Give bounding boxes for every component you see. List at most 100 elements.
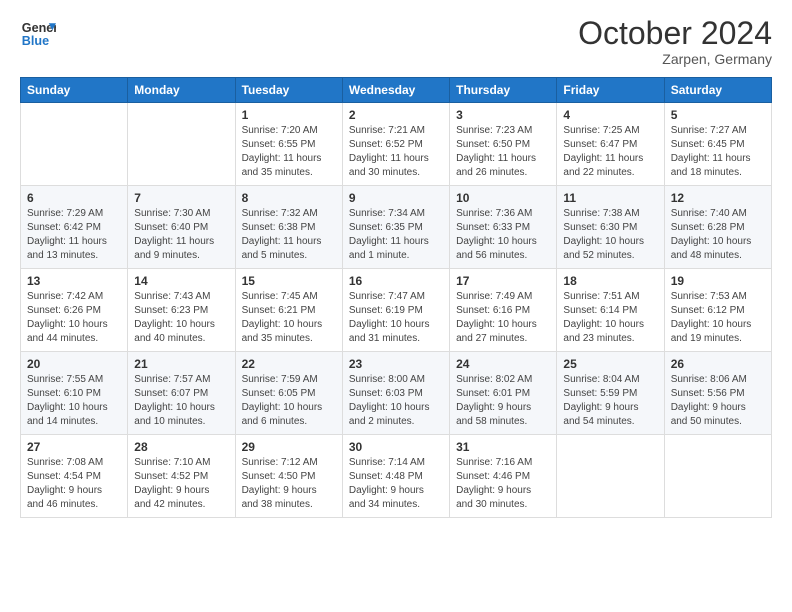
day-info: Sunrise: 7:25 AM Sunset: 6:47 PM Dayligh…: [563, 124, 657, 180]
logo-icon: General Blue: [20, 16, 56, 52]
day-info: Sunrise: 7:27 AM Sunset: 6:45 PM Dayligh…: [671, 124, 765, 180]
calendar-week-row: 1 Sunrise: 7:20 AM Sunset: 6:55 PM Daylig…: [21, 103, 772, 186]
day-number: 27: [27, 440, 121, 454]
day-info: Sunrise: 8:04 AM Sunset: 5:59 PM Dayligh…: [563, 373, 657, 429]
calendar-page: General Blue October 2024 Zarpen, German…: [0, 0, 792, 612]
day-number: 14: [134, 274, 228, 288]
day-number: 19: [671, 274, 765, 288]
day-number: 1: [242, 108, 336, 122]
header-wednesday: Wednesday: [342, 78, 449, 103]
day-info: Sunrise: 7:43 AM Sunset: 6:23 PM Dayligh…: [134, 290, 228, 346]
table-row: 25 Sunrise: 8:04 AM Sunset: 5:59 PM Dayli…: [557, 352, 664, 435]
calendar-table: Sunday Monday Tuesday Wednesday Thursday…: [20, 77, 772, 518]
title-block: October 2024 Zarpen, Germany: [578, 16, 772, 67]
day-info: Sunrise: 7:21 AM Sunset: 6:52 PM Dayligh…: [349, 124, 443, 180]
day-info: Sunrise: 7:57 AM Sunset: 6:07 PM Dayligh…: [134, 373, 228, 429]
calendar-week-row: 6 Sunrise: 7:29 AM Sunset: 6:42 PM Daylig…: [21, 186, 772, 269]
day-number: 22: [242, 357, 336, 371]
day-info: Sunrise: 7:16 AM Sunset: 4:46 PM Dayligh…: [456, 456, 550, 512]
calendar-week-row: 13Sunrise: 7:42 AM Sunset: 6:26 PM Dayli…: [21, 269, 772, 352]
day-number: 31: [456, 440, 550, 454]
day-info: Sunrise: 8:02 AM Sunset: 6:01 PM Dayligh…: [456, 373, 550, 429]
table-row: 18Sunrise: 7:51 AM Sunset: 6:14 PM Dayli…: [557, 269, 664, 352]
day-number: 29: [242, 440, 336, 454]
day-number: 20: [27, 357, 121, 371]
header-friday: Friday: [557, 78, 664, 103]
month-title: October 2024: [578, 16, 772, 51]
table-row: 8Sunrise: 7:32 AM Sunset: 6:38 PM Daylig…: [235, 186, 342, 269]
table-row: 29 Sunrise: 7:12 AM Sunset: 4:50 PM Dayli…: [235, 435, 342, 518]
day-number: 6: [27, 191, 121, 205]
day-number: 28: [134, 440, 228, 454]
day-number: 11: [563, 191, 657, 205]
table-row: 31 Sunrise: 7:16 AM Sunset: 4:46 PM Dayli…: [450, 435, 557, 518]
day-number: 21: [134, 357, 228, 371]
table-row: 26 Sunrise: 8:06 AM Sunset: 5:56 PM Dayli…: [664, 352, 771, 435]
day-number: 18: [563, 274, 657, 288]
day-info: Sunrise: 7:34 AM Sunset: 6:35 PM Dayligh…: [349, 207, 443, 263]
table-row: [664, 435, 771, 518]
table-row: 1 Sunrise: 7:20 AM Sunset: 6:55 PM Daylig…: [235, 103, 342, 186]
table-row: 9 Sunrise: 7:34 AM Sunset: 6:35 PM Daylig…: [342, 186, 449, 269]
logo: General Blue: [20, 16, 56, 52]
table-row: 23 Sunrise: 8:00 AM Sunset: 6:03 PM Dayli…: [342, 352, 449, 435]
table-row: 14 Sunrise: 7:43 AM Sunset: 6:23 PM Dayli…: [128, 269, 235, 352]
day-info: Sunrise: 8:00 AM Sunset: 6:03 PM Dayligh…: [349, 373, 443, 429]
day-info: Sunrise: 7:32 AM Sunset: 6:38 PM Dayligh…: [242, 207, 336, 263]
day-info: Sunrise: 7:14 AM Sunset: 4:48 PM Dayligh…: [349, 456, 443, 512]
day-number: 4: [563, 108, 657, 122]
table-row: 10Sunrise: 7:36 AM Sunset: 6:33 PM Dayli…: [450, 186, 557, 269]
svg-text:Blue: Blue: [22, 34, 49, 48]
day-number: 5: [671, 108, 765, 122]
day-info: Sunrise: 7:49 AM Sunset: 6:16 PM Dayligh…: [456, 290, 550, 346]
day-info: Sunrise: 7:29 AM Sunset: 6:42 PM Dayligh…: [27, 207, 121, 263]
day-info: Sunrise: 7:10 AM Sunset: 4:52 PM Dayligh…: [134, 456, 228, 512]
table-row: 11Sunrise: 7:38 AM Sunset: 6:30 PM Dayli…: [557, 186, 664, 269]
day-info: Sunrise: 7:40 AM Sunset: 6:28 PM Dayligh…: [671, 207, 765, 263]
day-info: Sunrise: 7:20 AM Sunset: 6:55 PM Dayligh…: [242, 124, 336, 180]
table-row: 16Sunrise: 7:47 AM Sunset: 6:19 PM Dayli…: [342, 269, 449, 352]
day-info: Sunrise: 8:06 AM Sunset: 5:56 PM Dayligh…: [671, 373, 765, 429]
table-row: 21 Sunrise: 7:57 AM Sunset: 6:07 PM Dayli…: [128, 352, 235, 435]
weekday-header-row: Sunday Monday Tuesday Wednesday Thursday…: [21, 78, 772, 103]
header-saturday: Saturday: [664, 78, 771, 103]
table-row: 2 Sunrise: 7:21 AM Sunset: 6:52 PM Daylig…: [342, 103, 449, 186]
calendar-week-row: 20 Sunrise: 7:55 AM Sunset: 6:10 PM Dayli…: [21, 352, 772, 435]
day-info: Sunrise: 7:08 AM Sunset: 4:54 PM Dayligh…: [27, 456, 121, 512]
header-thursday: Thursday: [450, 78, 557, 103]
day-info: Sunrise: 7:45 AM Sunset: 6:21 PM Dayligh…: [242, 290, 336, 346]
header-monday: Monday: [128, 78, 235, 103]
day-number: 9: [349, 191, 443, 205]
day-number: 23: [349, 357, 443, 371]
day-number: 25: [563, 357, 657, 371]
table-row: 17 Sunrise: 7:49 AM Sunset: 6:16 PM Dayli…: [450, 269, 557, 352]
table-row: 7Sunrise: 7:30 AM Sunset: 6:40 PM Daylig…: [128, 186, 235, 269]
table-row: 20 Sunrise: 7:55 AM Sunset: 6:10 PM Dayli…: [21, 352, 128, 435]
day-number: 2: [349, 108, 443, 122]
table-row: 22 Sunrise: 7:59 AM Sunset: 6:05 PM Dayli…: [235, 352, 342, 435]
table-row: [21, 103, 128, 186]
table-row: [128, 103, 235, 186]
day-info: Sunrise: 7:59 AM Sunset: 6:05 PM Dayligh…: [242, 373, 336, 429]
day-number: 17: [456, 274, 550, 288]
day-info: Sunrise: 7:12 AM Sunset: 4:50 PM Dayligh…: [242, 456, 336, 512]
day-info: Sunrise: 7:42 AM Sunset: 6:26 PM Dayligh…: [27, 290, 121, 346]
table-row: 15Sunrise: 7:45 AM Sunset: 6:21 PM Dayli…: [235, 269, 342, 352]
day-info: Sunrise: 7:55 AM Sunset: 6:10 PM Dayligh…: [27, 373, 121, 429]
header: General Blue October 2024 Zarpen, German…: [20, 16, 772, 67]
day-number: 7: [134, 191, 228, 205]
table-row: 6 Sunrise: 7:29 AM Sunset: 6:42 PM Daylig…: [21, 186, 128, 269]
day-number: 12: [671, 191, 765, 205]
day-number: 26: [671, 357, 765, 371]
day-info: Sunrise: 7:53 AM Sunset: 6:12 PM Dayligh…: [671, 290, 765, 346]
day-info: Sunrise: 7:36 AM Sunset: 6:33 PM Dayligh…: [456, 207, 550, 263]
table-row: 3Sunrise: 7:23 AM Sunset: 6:50 PM Daylig…: [450, 103, 557, 186]
table-row: [557, 435, 664, 518]
table-row: 12 Sunrise: 7:40 AM Sunset: 6:28 PM Dayli…: [664, 186, 771, 269]
table-row: 5 Sunrise: 7:27 AM Sunset: 6:45 PM Daylig…: [664, 103, 771, 186]
day-number: 16: [349, 274, 443, 288]
header-tuesday: Tuesday: [235, 78, 342, 103]
table-row: 27 Sunrise: 7:08 AM Sunset: 4:54 PM Dayli…: [21, 435, 128, 518]
table-row: 24Sunrise: 8:02 AM Sunset: 6:01 PM Dayli…: [450, 352, 557, 435]
table-row: 13Sunrise: 7:42 AM Sunset: 6:26 PM Dayli…: [21, 269, 128, 352]
